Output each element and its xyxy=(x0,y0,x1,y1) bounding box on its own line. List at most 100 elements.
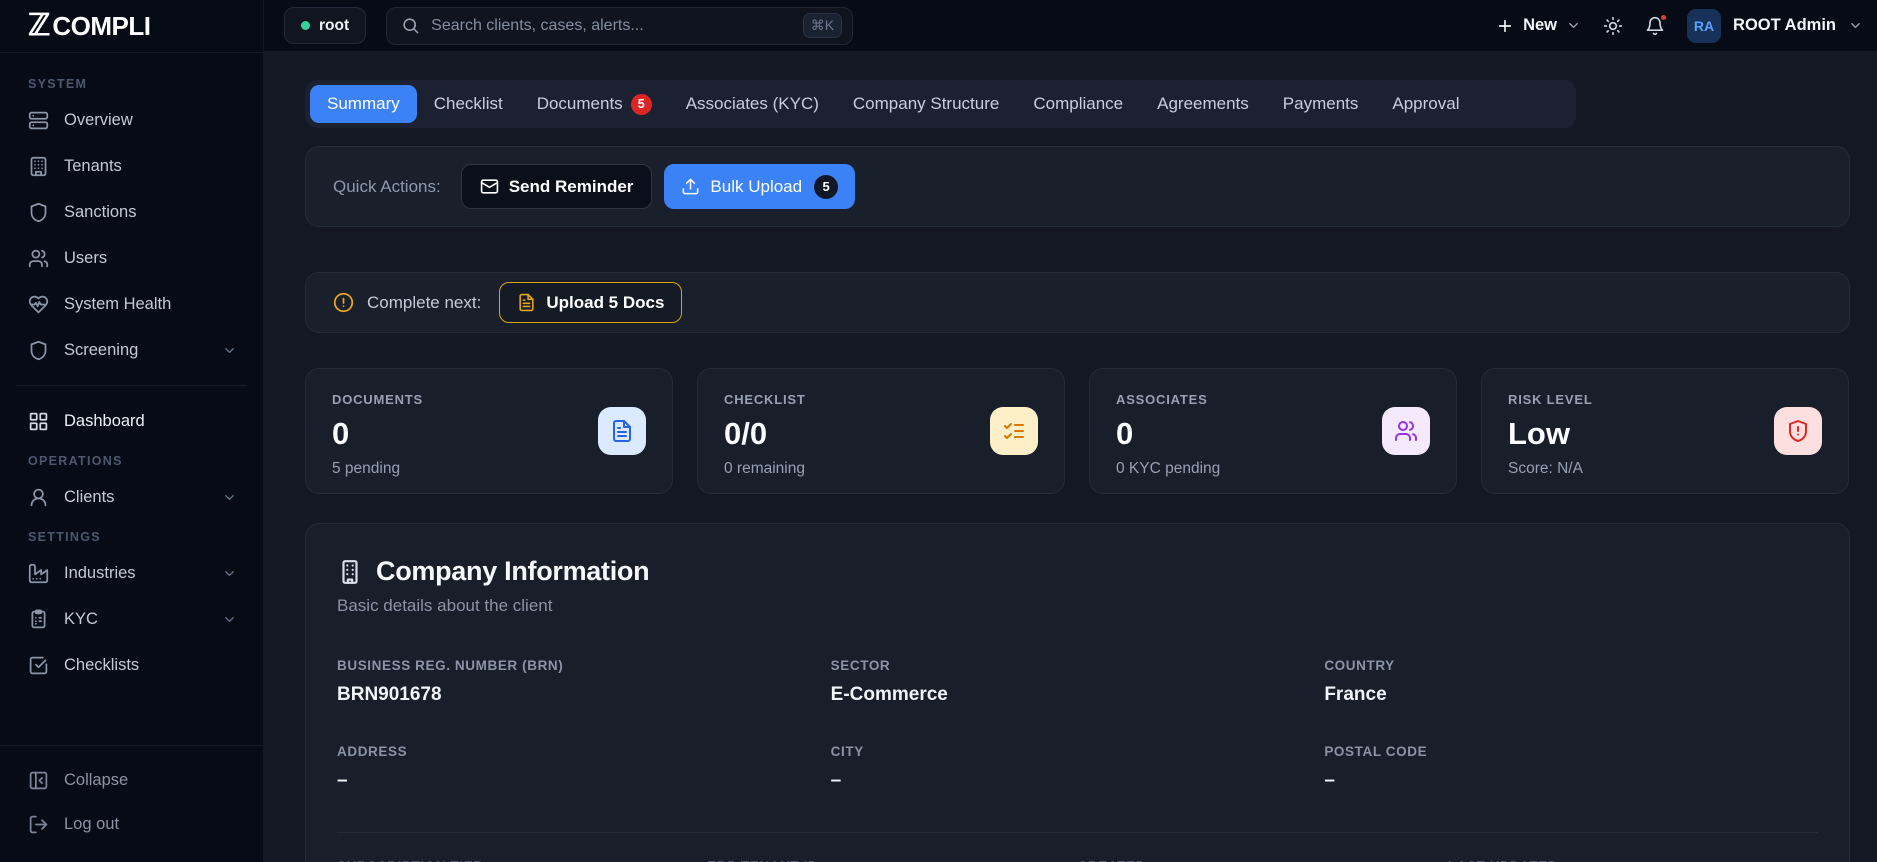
sidebar-item-label: Sanctions xyxy=(64,202,137,221)
search-icon xyxy=(401,16,420,35)
sidebar-item-users[interactable]: Users xyxy=(14,235,249,281)
notification-dot xyxy=(1659,12,1669,22)
tab-company-structure[interactable]: Company Structure xyxy=(836,85,1016,123)
new-button[interactable]: New xyxy=(1496,16,1581,35)
chevron-down-icon xyxy=(222,566,237,581)
sidebar-item-label: Overview xyxy=(64,110,133,129)
tab-compliance[interactable]: Compliance xyxy=(1016,85,1140,123)
field-address: ADDRESS – xyxy=(337,744,408,791)
main-content: Summary Checklist Documents 5 Associates… xyxy=(264,52,1877,862)
sidebar-item-industries[interactable]: Industries xyxy=(14,550,249,596)
sidebar-item-clients[interactable]: Clients xyxy=(14,474,249,520)
tab-documents[interactable]: Documents 5 xyxy=(520,85,669,123)
collapse-button[interactable]: Collapse xyxy=(14,758,249,802)
topbar-right: New RA ROOT Admin xyxy=(1496,8,1863,43)
status-dot-icon xyxy=(301,21,310,30)
dashboard-grid-icon xyxy=(28,411,49,432)
upload-docs-button[interactable]: Upload 5 Docs xyxy=(499,282,683,323)
mail-icon xyxy=(480,177,499,196)
logout-button[interactable]: Log out xyxy=(14,802,249,846)
stat-sub: 5 pending xyxy=(332,460,401,477)
tab-checklist[interactable]: Checklist xyxy=(417,85,520,123)
tab-approval[interactable]: Approval xyxy=(1375,85,1476,123)
documents-count-badge: 5 xyxy=(630,93,652,115)
search-input[interactable] xyxy=(431,16,803,35)
user-name: ROOT Admin xyxy=(1733,16,1836,34)
stat-card-risk-level[interactable]: RISK LEVEL Low Score: N/A xyxy=(1481,368,1849,494)
bulk-upload-count-badge: 5 xyxy=(814,174,839,199)
section-subtitle: Basic details about the client xyxy=(337,596,553,615)
logout-label: Log out xyxy=(64,814,120,833)
sidebar-item-system-health[interactable]: System Health xyxy=(14,281,249,327)
sidebar-item-label: Tenants xyxy=(64,156,122,175)
server-icon xyxy=(28,110,49,131)
tab-payments[interactable]: Payments xyxy=(1266,85,1376,123)
nav-section-settings: SETTINGS xyxy=(28,530,101,544)
section-title: Company Information xyxy=(376,556,650,586)
new-button-label: New xyxy=(1523,16,1558,34)
stat-label: RISK LEVEL xyxy=(1508,392,1593,407)
field-city: CITY – xyxy=(830,744,864,791)
stat-label: ASSOCIATES xyxy=(1116,392,1208,407)
chevron-down-icon xyxy=(222,490,237,505)
field-country: COUNTRY France xyxy=(1324,658,1395,705)
stat-card-checklist[interactable]: CHECKLIST 0/0 0 remaining xyxy=(697,368,1065,494)
stats-row: DOCUMENTS 0 5 pending CHECKLIST 0/0 0 re… xyxy=(305,368,1850,494)
company-fields-row-2: ADDRESS – CITY – POSTAL CODE – xyxy=(337,744,1818,792)
sidebar-item-dashboard[interactable]: Dashboard xyxy=(14,398,249,444)
stat-sub: Score: N/A xyxy=(1508,460,1583,477)
complete-next-label: Complete next: xyxy=(367,292,482,312)
field-brn: BUSINESS REG. NUMBER (BRN) BRN901678 xyxy=(337,658,564,705)
sidebar-item-screening[interactable]: Screening xyxy=(14,327,249,373)
sidebar-item-label: Checklists xyxy=(64,655,140,674)
list-checks-icon xyxy=(990,407,1038,455)
log-out-icon xyxy=(28,814,49,835)
sidebar-item-overview[interactable]: Overview xyxy=(14,97,249,143)
section-divider xyxy=(337,832,1818,833)
alert-circle-icon xyxy=(333,292,354,313)
collapse-label: Collapse xyxy=(64,770,129,789)
notifications-button[interactable] xyxy=(1645,12,1669,36)
tab-summary[interactable]: Summary xyxy=(310,85,417,123)
file-text-icon xyxy=(598,407,646,455)
sidebar-item-kyc[interactable]: KYC xyxy=(14,596,249,642)
clipboard-list-icon xyxy=(28,608,49,630)
stat-label: CHECKLIST xyxy=(724,392,806,407)
company-information-panel: Company Information Basic details about … xyxy=(305,523,1850,862)
sidebar-nav: SYSTEM Overview Tenants Sanctions Users xyxy=(0,77,263,688)
sidebar-item-label: Dashboard xyxy=(64,411,145,430)
stat-card-documents[interactable]: DOCUMENTS 0 5 pending xyxy=(305,368,673,494)
avatar: RA xyxy=(1687,8,1722,43)
sidebar-item-label: KYC xyxy=(64,609,98,628)
bulk-upload-button[interactable]: Bulk Upload 5 xyxy=(664,164,856,209)
factory-icon xyxy=(28,563,49,584)
sidebar-item-label: System Health xyxy=(64,294,172,313)
sidebar-item-label: Clients xyxy=(64,487,115,506)
brand-logo[interactable]: ℤ COMPLI xyxy=(0,0,263,53)
global-search[interactable]: ⌘K xyxy=(386,6,854,45)
panel-left-close-icon xyxy=(28,770,49,791)
tab-agreements[interactable]: Agreements xyxy=(1140,85,1266,123)
stat-card-associates[interactable]: ASSOCIATES 0 0 KYC pending xyxy=(1089,368,1457,494)
sidebar-item-label: Industries xyxy=(64,563,136,582)
tab-associates-kyc[interactable]: Associates (KYC) xyxy=(669,85,836,123)
sidebar-item-checklists[interactable]: Checklists xyxy=(14,642,249,688)
building-icon xyxy=(28,156,49,177)
nav-section-operations: OPERATIONS xyxy=(28,454,123,468)
building-icon xyxy=(337,559,363,585)
field-postal-code: POSTAL CODE – xyxy=(1324,744,1428,791)
send-reminder-button[interactable]: Send Reminder xyxy=(460,164,653,209)
nav-divider xyxy=(16,385,247,386)
sidebar-item-label: Screening xyxy=(64,340,139,359)
bulk-upload-label: Bulk Upload xyxy=(710,176,803,196)
send-reminder-label: Send Reminder xyxy=(508,176,634,196)
stat-label: DOCUMENTS xyxy=(332,392,423,407)
tab-bar: Summary Checklist Documents 5 Associates… xyxy=(305,80,1576,128)
sidebar-item-sanctions[interactable]: Sanctions xyxy=(14,189,249,235)
env-badge[interactable]: root xyxy=(284,7,367,44)
quick-actions-label: Quick Actions: xyxy=(333,176,441,196)
sidebar-item-tenants[interactable]: Tenants xyxy=(14,143,249,189)
user-menu[interactable]: RA ROOT Admin xyxy=(1687,8,1863,43)
check-square-icon xyxy=(28,655,49,676)
theme-toggle-button[interactable] xyxy=(1603,16,1623,36)
